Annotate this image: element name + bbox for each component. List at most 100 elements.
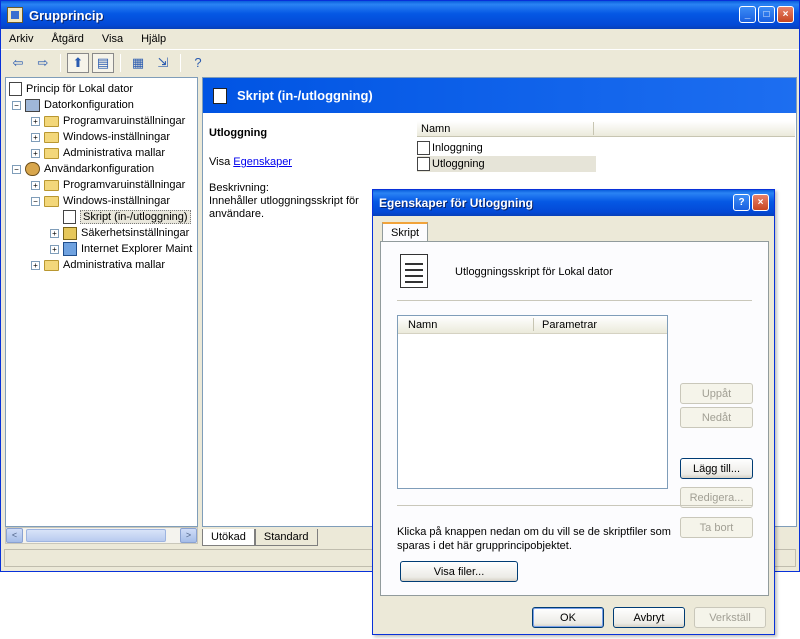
export-list-icon[interactable]: ⇲	[152, 53, 174, 73]
computer-icon	[25, 98, 40, 112]
tree-node-label: Windows-inställningar	[63, 131, 170, 143]
main-titlebar[interactable]: Grupprincip _ □ ×	[1, 1, 799, 29]
tree-node-cc-windows[interactable]: + Windows-inställningar	[31, 129, 170, 145]
collapse-icon[interactable]: −	[31, 196, 40, 206]
expand-icon[interactable]: +	[31, 148, 40, 158]
detail-description: Beskrivning: Innehåller utloggningsskrip…	[209, 182, 359, 220]
scroll-thumb[interactable]	[26, 529, 166, 542]
close-button[interactable]: ×	[777, 6, 794, 23]
maximize-button[interactable]: □	[758, 6, 775, 23]
dialog-title: Egenskaper för Utloggning	[379, 196, 534, 210]
tree-node-label: Programvaruinställningar	[63, 179, 186, 191]
move-up-button[interactable]: Uppåt	[680, 383, 753, 404]
tab-standard[interactable]: Standard	[254, 529, 318, 546]
toolbar-separator	[60, 53, 61, 72]
script-tab-page: Utloggningsskript för Lokal dator Namn P…	[380, 241, 769, 596]
tree-node-uc-windows[interactable]: − Windows-inställningar	[31, 193, 170, 209]
help-icon[interactable]: ?	[187, 53, 209, 73]
tree-horizontal-scrollbar[interactable]: < >	[5, 527, 198, 544]
menu-bar: Arkiv Åtgärd Visa Hjälp	[1, 29, 799, 49]
tree-node-cc-admin[interactable]: + Administrativa mallar	[31, 145, 165, 161]
tab-extended[interactable]: Utökad	[202, 529, 255, 546]
tree-node-uc-software[interactable]: + Programvaruinställningar	[31, 177, 185, 193]
tree-node-uc-scripts[interactable]: Skript (in-/utloggning)	[63, 209, 191, 225]
move-down-button[interactable]: Nedåt	[680, 407, 753, 428]
tree-node-computer-config[interactable]: − Datorkonfiguration	[12, 97, 134, 113]
expand-icon[interactable]: +	[31, 260, 40, 270]
forward-icon[interactable]: ⇨	[32, 53, 54, 73]
dialog-titlebar[interactable]: Egenskaper för Utloggning ? ×	[373, 190, 774, 216]
details-header: Skript (in-/utloggning)	[203, 78, 796, 113]
tree-node-label: Användarkonfiguration	[44, 163, 155, 175]
toolbar-separator	[120, 53, 121, 72]
menu-hjalp[interactable]: Hjälp	[139, 33, 168, 45]
expand-icon[interactable]: +	[50, 228, 59, 238]
tree-node-uc-admin[interactable]: + Administrativa mallar	[31, 257, 165, 273]
scroll-right-icon[interactable]: >	[180, 528, 197, 543]
divider	[397, 505, 752, 506]
menu-arkiv[interactable]: Arkiv	[7, 33, 35, 45]
folder-icon	[44, 147, 59, 159]
list-item[interactable]: Utloggning	[417, 156, 596, 172]
tree-node-root[interactable]: Princip för Lokal dator	[9, 81, 133, 97]
group-policy-app-icon[interactable]	[7, 7, 23, 23]
apply-button[interactable]: Verkställ	[694, 607, 766, 628]
tree-node-label: Administrativa mallar	[63, 259, 166, 271]
column-separator[interactable]	[533, 318, 534, 331]
script-icon	[63, 210, 76, 224]
script-icon	[400, 254, 428, 288]
expand-icon[interactable]: +	[50, 244, 59, 254]
expand-icon[interactable]: +	[31, 180, 40, 190]
dialog-help-button[interactable]: ?	[733, 194, 750, 211]
tree-node-user-config[interactable]: − Användarkonfiguration	[12, 161, 154, 177]
tree-node-label: Skript (in-/utloggning)	[80, 210, 191, 224]
add-button[interactable]: Lägg till...	[680, 458, 753, 479]
collapse-icon[interactable]: −	[12, 100, 21, 110]
console-tree[interactable]: Princip för Lokal dator − Datorkonfigura…	[5, 77, 198, 527]
column-separator[interactable]	[593, 122, 594, 135]
expand-icon[interactable]: +	[31, 116, 40, 126]
column-name-header[interactable]: Namn	[421, 123, 450, 135]
user-icon	[25, 162, 40, 176]
collapse-icon[interactable]: −	[12, 164, 21, 174]
show-files-button[interactable]: Visa filer...	[400, 561, 518, 582]
properties-link[interactable]: Egenskaper	[233, 156, 292, 168]
details-header-title: Skript (in-/utloggning)	[237, 88, 373, 103]
column-name-header[interactable]: Namn	[408, 319, 437, 331]
minimize-button[interactable]: _	[739, 6, 756, 23]
back-icon[interactable]: ⇦	[7, 53, 29, 73]
script-list[interactable]: Namn Parametrar	[397, 315, 668, 489]
tree-node-uc-security[interactable]: + Säkerhetsinställningar	[50, 225, 189, 241]
cancel-button[interactable]: Avbryt	[613, 607, 685, 628]
tree-node-uc-ie[interactable]: + Internet Explorer Maint	[50, 241, 192, 257]
list-header[interactable]: Namn	[417, 121, 795, 137]
show-hide-tree-icon[interactable]: ▤	[92, 52, 114, 73]
tree-node-label: Programvaruinställningar	[63, 115, 186, 127]
up-folder-icon[interactable]: ⬆	[67, 52, 89, 73]
window-title: Grupprincip	[29, 7, 104, 23]
scroll-left-icon[interactable]: <	[6, 528, 23, 543]
list-item-label: Inloggning	[432, 142, 483, 154]
menu-visa[interactable]: Visa	[100, 33, 125, 45]
ok-button[interactable]: OK	[532, 607, 604, 628]
folder-icon	[44, 115, 59, 127]
toolbar: ⇦ ⇨ ⬆ ▤ ▦ ⇲ ?	[1, 49, 799, 75]
divider	[397, 300, 752, 301]
detail-title: Utloggning	[209, 127, 268, 139]
menu-atgard[interactable]: Åtgärd	[49, 33, 85, 45]
script-icon	[417, 157, 430, 171]
script-icon	[417, 141, 430, 155]
folder-icon	[44, 131, 59, 143]
security-icon	[63, 226, 77, 240]
properties-icon[interactable]: ▦	[127, 53, 149, 73]
expand-icon[interactable]: +	[31, 132, 40, 142]
policy-icon	[9, 82, 22, 96]
script-icon	[213, 87, 227, 104]
toolbar-separator	[180, 53, 181, 72]
list-item[interactable]: Inloggning	[417, 140, 483, 156]
tab-script[interactable]: Skript	[382, 222, 429, 242]
dialog-close-button[interactable]: ×	[752, 194, 769, 211]
tree-node-cc-software[interactable]: + Programvaruinställningar	[31, 113, 185, 129]
column-parameters-header[interactable]: Parametrar	[542, 319, 597, 331]
list-item-label: Utloggning	[432, 158, 485, 170]
